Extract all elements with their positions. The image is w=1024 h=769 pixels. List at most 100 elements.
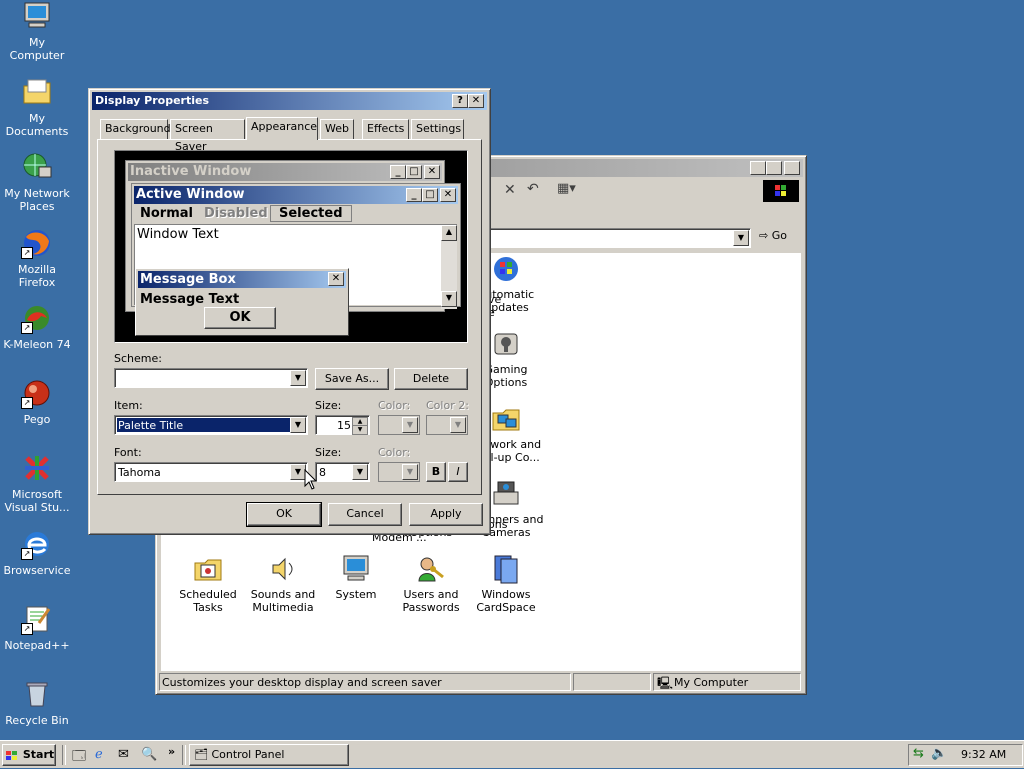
desktop-icon[interactable]: My Computer [0, 0, 74, 62]
close-button[interactable]: ✕ [784, 161, 800, 175]
status-spacer [573, 673, 651, 691]
italic-button[interactable]: I [448, 462, 468, 482]
control-panel-item[interactable]: Sounds and Multimedia [243, 553, 323, 614]
minimize-button[interactable]: _ [750, 161, 766, 175]
taskbar-separator [182, 745, 186, 765]
pego-icon: ↗ [21, 377, 53, 409]
desktop-icon-label: Mozilla Firefox [18, 263, 56, 289]
network-dialup-icon [490, 403, 522, 435]
maximize-button[interactable]: □ [766, 161, 782, 175]
control-panel-item[interactable]: Windows CardSpace [466, 553, 546, 614]
desktop-icon[interactable]: My Network Places [0, 151, 74, 213]
chevron-more-icon[interactable]: » [168, 745, 175, 758]
views-icon[interactable]: ▦▾ [557, 181, 576, 196]
chevron-down-icon[interactable]: ▼ [290, 417, 306, 433]
automatic-updates-icon [490, 253, 522, 285]
scheme-select[interactable]: ▼ [114, 368, 308, 388]
volume-tray-icon[interactable]: 🔈 [931, 746, 947, 761]
chevron-down-icon[interactable]: ▼ [290, 370, 306, 386]
k-meleon-icon: ↗ [21, 302, 53, 334]
bold-button[interactable]: B [426, 462, 446, 482]
save-as-button[interactable]: Save As... [315, 368, 389, 390]
address-combo[interactable]: ▼ [489, 228, 751, 248]
desktop-icon-label: My Computer [9, 36, 65, 62]
tab-web[interactable]: Web [320, 119, 354, 139]
help-button[interactable]: ? [452, 94, 468, 108]
show-desktop-icon[interactable]: 🗔 [72, 747, 86, 769]
desktop-icon[interactable]: ↗ Mozilla Firefox [0, 227, 74, 289]
preview-message-title: Message Box [140, 272, 236, 287]
control-panel-item[interactable]: System [316, 553, 396, 601]
control-panel-item-label: Sounds and Multimedia [250, 588, 316, 614]
start-button[interactable]: Start [2, 744, 56, 766]
go-button[interactable]: ⇨ Go [759, 229, 787, 242]
font-size-select[interactable]: 8 ▼ [315, 462, 370, 482]
delete-button[interactable]: Delete [394, 368, 468, 390]
taskbar-separator [62, 745, 66, 765]
control-panel-item[interactable]: Users and Passwords [391, 553, 471, 614]
tab-screen-saver[interactable]: Screen Saver [170, 119, 245, 153]
delete-icon[interactable]: ✕ [504, 182, 516, 198]
undo-icon[interactable]: ↶ [527, 181, 539, 197]
desktop-icon[interactable]: Microsoft Visual Stu... [0, 452, 74, 514]
gaming-options-icon [490, 328, 522, 360]
preview-inactive-title: Inactive Window [130, 164, 252, 179]
desktop-icon[interactable]: ↗ Notepad++ [0, 603, 74, 652]
desktop-icon[interactable]: ↗ Pego [0, 377, 74, 426]
visual-studio-icon [21, 452, 53, 484]
control-panel-icon: 🗂 [194, 748, 208, 761]
desktop-icon[interactable]: ↗ Browservice [0, 528, 74, 577]
font-color-label: Color: [378, 446, 411, 459]
desktop-icon-label: K-Meleon 74 [3, 338, 71, 351]
preview-menu-selected: Selected [270, 205, 352, 222]
search-quicklaunch-icon[interactable]: 🔍 [141, 747, 157, 762]
desktop-icon-label: Microsoft Visual Stu... [4, 488, 70, 514]
desktop-icon[interactable]: My Documents [0, 76, 74, 138]
network-tray-icon[interactable]: ⇆ [913, 746, 924, 761]
status-text: Customizes your desktop display and scre… [159, 673, 571, 691]
outlook-quicklaunch-icon[interactable]: ✉ [118, 747, 129, 762]
chevron-down-icon: ▼ [450, 417, 466, 433]
item-size-spinner[interactable]: 15 ▲ ▼ [315, 415, 370, 435]
tab-appearance[interactable]: Appearance [246, 117, 318, 140]
taskbar-task-control-panel[interactable]: 🗂 Control Panel [189, 744, 349, 766]
ok-button[interactable]: OK [246, 502, 322, 527]
display-properties-titlebar[interactable]: Display Properties ? ✕ [92, 92, 487, 110]
windows-logo-icon [763, 180, 799, 202]
control-panel-item[interactable]: Scheduled Tasks [168, 553, 248, 614]
preview-ok-button: OK [204, 307, 276, 329]
spinner-down-icon[interactable]: ▼ [352, 425, 368, 435]
font-label: Font: [114, 446, 142, 459]
apply-button[interactable]: Apply [409, 503, 483, 526]
chevron-down-icon[interactable]: ▼ [352, 464, 368, 480]
appearance-panel: Inactive Window _ □ ✕ Active Window _ □ … [97, 139, 482, 495]
desktop-icon[interactable]: ↗ K-Meleon 74 [0, 302, 74, 351]
computer-icon: 🖳 [657, 676, 674, 690]
clock[interactable]: 9:32 AM [961, 748, 1006, 761]
preview-message-text: Message Text [140, 292, 240, 307]
desktop-icon-label: My Network Places [4, 187, 70, 213]
appearance-preview[interactable]: Inactive Window _ □ ✕ Active Window _ □ … [114, 150, 468, 343]
tab-strip: Background Screen Saver Appearance Web E… [98, 117, 464, 153]
item-label: Item: [114, 399, 143, 412]
my-computer-icon [21, 0, 53, 32]
desktop-icon[interactable]: Recycle Bin [0, 678, 74, 727]
desktop-icon-label: Notepad++ [4, 639, 70, 652]
ie-quicklaunch-icon[interactable]: ℯ [95, 747, 103, 762]
item-color-label: Color: [378, 399, 411, 412]
preview-menu-bar: Normal Disabled Selected [134, 205, 454, 222]
close-button[interactable]: ✕ [468, 94, 484, 108]
display-properties-dialog[interactable]: Display Properties ? ✕ Background Screen… [88, 88, 491, 535]
recycle-bin-icon [21, 678, 53, 710]
tab-settings[interactable]: Settings [411, 119, 464, 139]
desktop-icon-label: Pego [23, 413, 51, 426]
dialog-title: Display Properties [95, 94, 210, 107]
font-select[interactable]: Tahoma ▼ [114, 462, 308, 482]
tab-effects[interactable]: Effects [362, 119, 409, 139]
item-select[interactable]: Palette Title ▼ [114, 415, 308, 435]
cancel-button[interactable]: Cancel [328, 503, 402, 526]
item-size-label: Size: [315, 399, 342, 412]
tab-background[interactable]: Background [100, 119, 171, 139]
my-documents-icon [21, 76, 53, 108]
chevron-down-icon[interactable]: ▼ [733, 230, 749, 246]
